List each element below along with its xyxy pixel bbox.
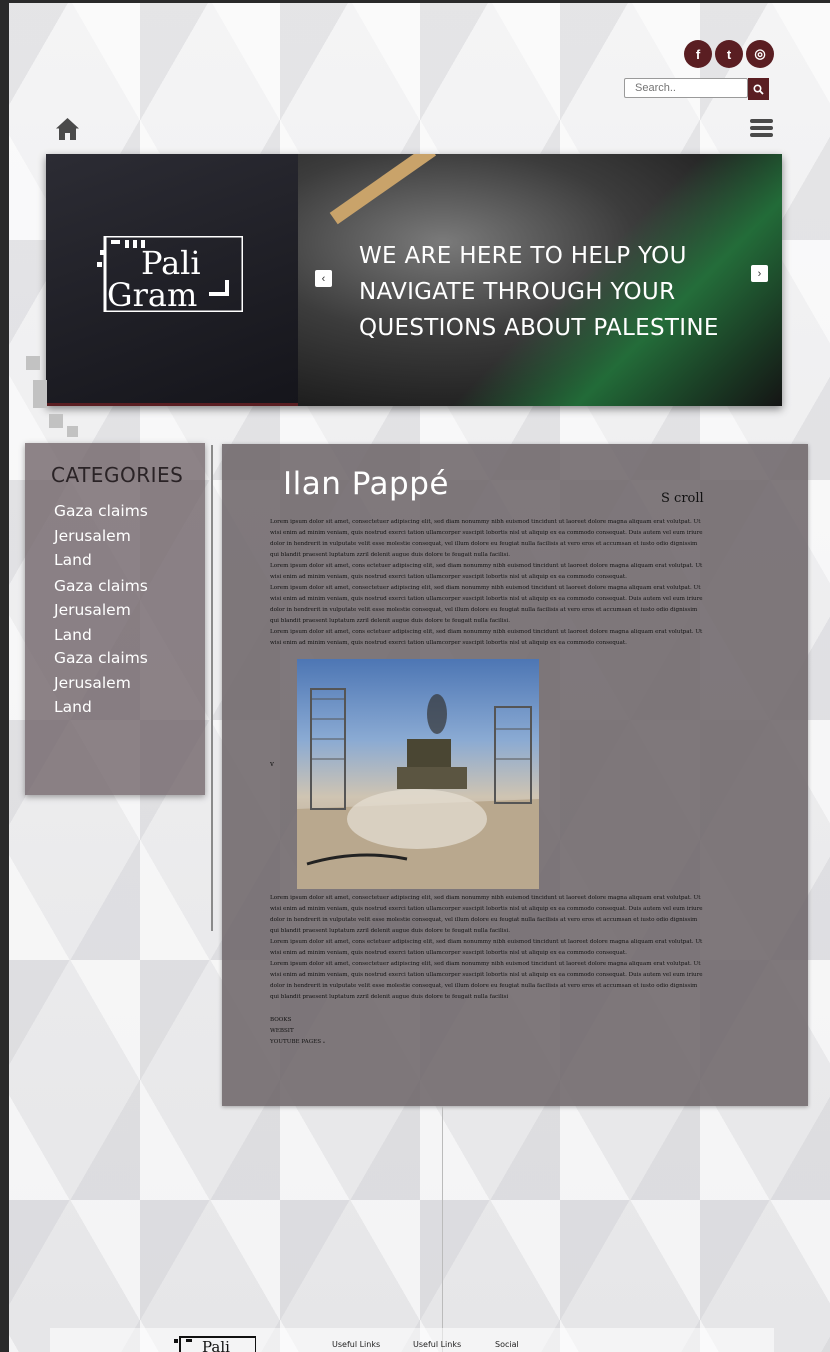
article-panel: Ilan Pappé S croll Lorem ipsum dolor sit… <box>222 444 808 1106</box>
categories-list: Gaza claims Jerusalem Land Gaza claims J… <box>54 499 148 720</box>
article-paragraph: Lorem ipsum dolor sit amet, cons ectetue… <box>270 563 703 580</box>
search-button[interactable] <box>748 78 769 100</box>
footer-col-useful-links: Useful Links <box>332 1340 381 1349</box>
instagram-icon[interactable]: ◎ <box>746 40 774 68</box>
social-links: f t ◎ <box>684 40 774 68</box>
category-link-gaza-claims[interactable]: Gaza claims <box>54 646 148 671</box>
search-input[interactable] <box>624 78 748 98</box>
category-link-jerusalem[interactable]: Jerusalem <box>54 598 148 623</box>
category-link-land[interactable]: Land <box>54 695 148 720</box>
article-paragraph: Lorem ipsum dolor sit amet, cons ectetue… <box>270 939 703 956</box>
category-link-jerusalem[interactable]: Jerusalem <box>54 524 148 549</box>
twitter-icon[interactable]: t <box>715 40 743 68</box>
footer-logo: Pali <box>174 1336 256 1352</box>
article-paragraph: Lorem ipsum dolor sit amet, consectetuer… <box>270 895 703 934</box>
hero-logo-panel: Pali Gram <box>46 154 298 406</box>
flag-pole <box>329 154 437 225</box>
facebook-icon[interactable]: f <box>684 40 712 68</box>
paligram-logo: Pali Gram <box>97 236 243 312</box>
categories-title: CATEGORIES <box>51 463 184 487</box>
search-bar <box>624 78 773 100</box>
slider-next-button[interactable]: › <box>751 265 768 282</box>
resource-links: BOOKS WEBSIT YOUTUBE PAGES ₑ <box>270 1015 325 1048</box>
article-paragraph: Lorem ipsum dolor sit amet, consectetuer… <box>270 585 703 624</box>
article-paragraph: Lorem ipsum dolor sit amet, cons ectetue… <box>270 629 703 646</box>
website-link[interactable]: WEBSIT <box>270 1026 325 1037</box>
footer-col-social: Social <box>495 1340 519 1349</box>
hamburger-menu-icon[interactable] <box>750 119 773 138</box>
footer-logo-text: Pali <box>202 1338 230 1352</box>
youtube-pages-link[interactable]: YOUTUBE PAGES ₑ <box>270 1037 325 1048</box>
hero-headline: WE ARE HERE TO HELP YOU NAVIGATE THROUGH… <box>359 238 779 346</box>
hero-headline-line: NAVIGATE THROUGH YOUR <box>359 279 676 305</box>
hero-headline-line: QUESTIONS ABOUT PALESTINE <box>359 315 719 341</box>
decorative-square <box>49 414 63 428</box>
home-icon[interactable] <box>55 117 80 141</box>
hero-image: WE ARE HERE TO HELP YOU NAVIGATE THROUGH… <box>298 154 782 406</box>
category-link-land[interactable]: Land <box>54 623 148 648</box>
bulldozer-photo <box>297 688 539 889</box>
article-photo <box>297 659 539 889</box>
decorative-square <box>26 356 40 370</box>
background-divider <box>442 1106 443 1352</box>
window-frame-left <box>0 0 9 1352</box>
article-paragraph: Lorem ipsum dolor sit amet, consectetuer… <box>270 519 703 558</box>
category-link-gaza-claims[interactable]: Gaza claims <box>54 499 148 524</box>
category-link-gaza-claims[interactable]: Gaza claims <box>54 574 148 599</box>
decorative-square <box>67 426 78 437</box>
stray-character: v <box>270 760 274 768</box>
category-link-land[interactable]: Land <box>54 548 148 573</box>
books-link[interactable]: BOOKS <box>270 1015 325 1026</box>
slider-prev-button[interactable]: ‹ <box>315 270 332 287</box>
categories-panel: CATEGORIES Gaza claims Jerusalem Land Ga… <box>25 443 205 795</box>
footer-col-useful-links: Useful Links <box>413 1340 462 1349</box>
logo-text-gram: Gram <box>107 276 197 312</box>
decorative-square <box>33 380 47 408</box>
window-frame-top <box>0 0 830 3</box>
article-paragraph: Lorem ipsum dolor sit amet, consectetuer… <box>270 961 703 1000</box>
sidebar-divider <box>211 445 213 931</box>
hero-banner: Pali Gram WE ARE HERE TO HELP YOU NAVIGA… <box>46 154 782 406</box>
footer: Pali Useful Links Useful Links Social <box>50 1328 774 1352</box>
article-title: Ilan Pappé <box>283 466 449 502</box>
category-link-jerusalem[interactable]: Jerusalem <box>54 671 148 696</box>
hero-headline-line: WE ARE HERE TO HELP YOU <box>359 243 687 269</box>
search-icon <box>753 83 764 95</box>
scroll-label: S croll <box>661 491 704 506</box>
